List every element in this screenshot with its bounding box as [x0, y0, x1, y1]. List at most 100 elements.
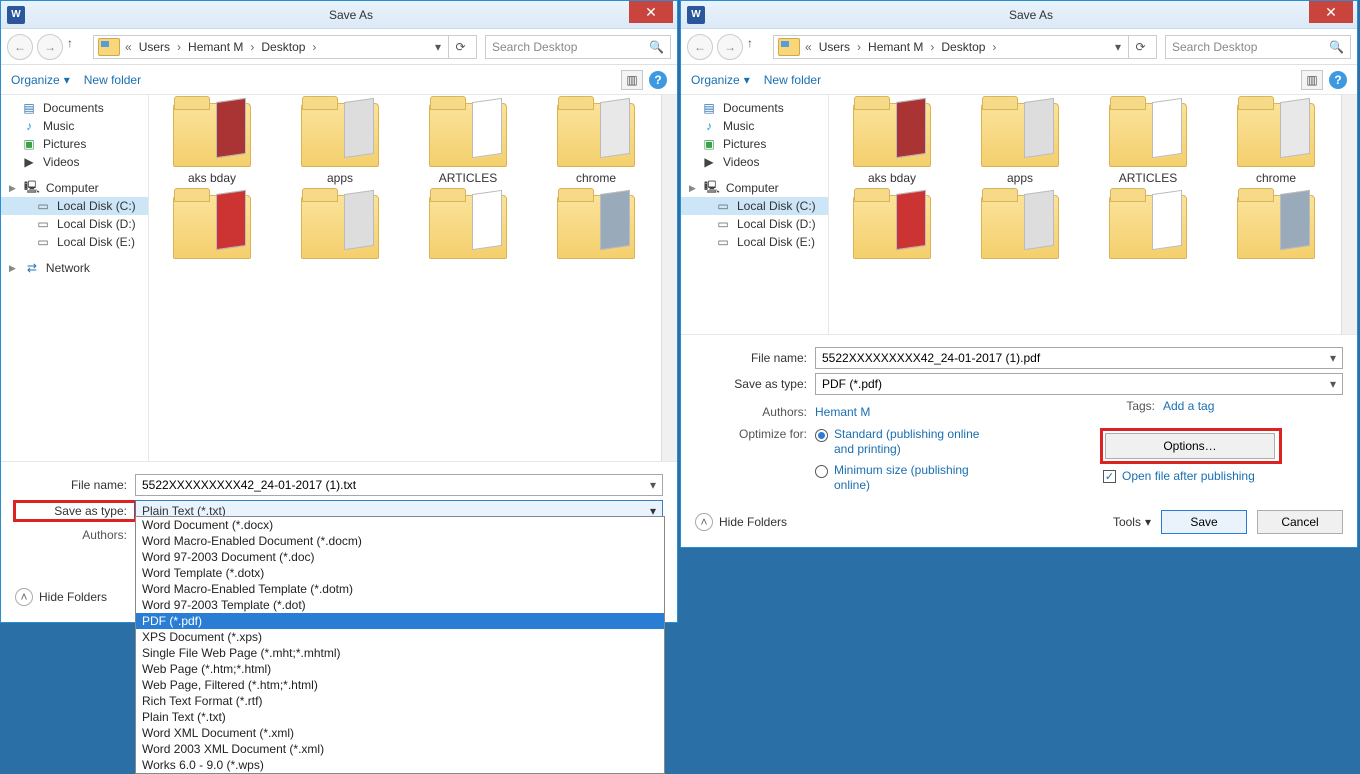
back-button[interactable]: ← [687, 34, 713, 60]
up-button[interactable]: ↑ [67, 36, 89, 58]
breadcrumb-dropdown[interactable]: ▾ [1110, 40, 1126, 54]
sidebar-item-documents[interactable]: ▤Documents [1, 99, 148, 117]
new-folder-button[interactable]: New folder [84, 73, 141, 87]
folder-item[interactable] [1221, 195, 1331, 259]
tools-menu[interactable]: Tools ▾ [1113, 515, 1151, 529]
folder-item[interactable] [1093, 195, 1203, 259]
sidebar-item-pictures[interactable]: ▣Pictures [681, 135, 828, 153]
back-button[interactable]: ← [7, 34, 33, 60]
folder-item[interactable] [157, 195, 267, 259]
filename-input[interactable]: 5522XXXXXXXXX42_24-01-2017 (1).pdf ▾ [815, 347, 1343, 369]
folder-item[interactable]: aks bday [837, 103, 947, 185]
file-pane[interactable]: aks bday apps ARTICLES chrome [829, 95, 1357, 334]
new-folder-button[interactable]: New folder [764, 73, 821, 87]
filetype-option[interactable]: XPS Document (*.xps) [136, 629, 664, 645]
folder-item[interactable] [413, 195, 523, 259]
add-tag-link[interactable]: Add a tag [1163, 399, 1214, 413]
save-button[interactable]: Save [1161, 510, 1247, 534]
folder-item[interactable]: apps [285, 103, 395, 185]
sidebar-item-videos[interactable]: ▶Videos [681, 153, 828, 171]
filetype-option[interactable]: Web Page, Filtered (*.htm;*.html) [136, 677, 664, 693]
chevron-down-icon[interactable]: ▾ [1330, 377, 1336, 391]
folder-item[interactable]: chrome [1221, 103, 1331, 185]
breadcrumb-item[interactable]: Desktop [259, 40, 307, 54]
filetype-option[interactable]: Web Page (*.htm;*.html) [136, 661, 664, 677]
sidebar-item-disk-c[interactable]: ▭Local Disk (C:) [681, 197, 828, 215]
breadcrumb[interactable]: « Users › Hemant M › Desktop › ▾ ⟳ [773, 35, 1157, 59]
folder-item[interactable] [965, 195, 1075, 259]
breadcrumb-dropdown[interactable]: ▾ [430, 40, 446, 54]
sidebar-item-disk-c[interactable]: ▭Local Disk (C:) [1, 197, 148, 215]
cancel-button[interactable]: Cancel [1257, 510, 1343, 534]
organize-menu[interactable]: Organize ▾ [11, 73, 70, 87]
view-mode-button[interactable]: ▥ [1301, 70, 1323, 90]
open-after-publish-checkbox[interactable]: ✓ Open file after publishing [1103, 469, 1343, 483]
file-pane[interactable]: aks bday apps ARTICLES chrome [149, 95, 677, 461]
filetype-option[interactable]: Word 2003 XML Document (*.xml) [136, 741, 664, 757]
save-as-type-value: PDF (*.pdf) [822, 377, 882, 391]
filetype-option[interactable]: Works 6.0 - 9.0 (*.wps) [136, 757, 664, 773]
folder-item[interactable] [285, 195, 395, 259]
sidebar-item-videos[interactable]: ▶Videos [1, 153, 148, 171]
sidebar-item-computer[interactable]: ▶🖳Computer [681, 179, 828, 197]
folder-item[interactable]: ARTICLES [1093, 103, 1203, 185]
sidebar-item-music[interactable]: ♪Music [681, 117, 828, 135]
close-button[interactable]: ✕ [1309, 1, 1353, 23]
sidebar-item-disk-e[interactable]: ▭Local Disk (E:) [1, 233, 148, 251]
save-as-type-dropdown[interactable]: PDF (*.pdf) ▾ [815, 373, 1343, 395]
filetype-option[interactable]: Single File Web Page (*.mht;*.mhtml) [136, 645, 664, 661]
sidebar-item-computer[interactable]: ▶🖳Computer [1, 179, 148, 197]
folder-item[interactable] [541, 195, 651, 259]
breadcrumb[interactable]: « Users › Hemant M › Desktop › ▾ ⟳ [93, 35, 477, 59]
folder-item[interactable]: ARTICLES [413, 103, 523, 185]
filetype-option[interactable]: Word 97-2003 Document (*.doc) [136, 549, 664, 565]
folder-item[interactable]: aks bday [157, 103, 267, 185]
sidebar-item-network[interactable]: ▶⇄Network [1, 259, 148, 277]
chevron-down-icon[interactable]: ▾ [650, 478, 656, 492]
optimize-standard-radio[interactable]: Standard (publishing online and printing… [815, 427, 984, 457]
sidebar-item-disk-d[interactable]: ▭Local Disk (D:) [681, 215, 828, 233]
breadcrumb-item[interactable]: Hemant M [866, 40, 925, 54]
view-mode-button[interactable]: ▥ [621, 70, 643, 90]
refresh-button[interactable]: ⟳ [448, 35, 472, 59]
folder-item[interactable]: apps [965, 103, 1075, 185]
sidebar-item-music[interactable]: ♪Music [1, 117, 148, 135]
breadcrumb-item[interactable]: Hemant M [186, 40, 245, 54]
close-button[interactable]: ✕ [629, 1, 673, 23]
filetype-option[interactable]: Rich Text Format (*.rtf) [136, 693, 664, 709]
filetype-option[interactable]: Word Macro-Enabled Template (*.dotm) [136, 581, 664, 597]
filetype-option[interactable]: Word Macro-Enabled Document (*.docm) [136, 533, 664, 549]
folder-item[interactable]: chrome [541, 103, 651, 185]
filetype-option-pdf[interactable]: PDF (*.pdf) [136, 613, 664, 629]
help-icon[interactable]: ? [649, 71, 667, 89]
chevron-down-icon[interactable]: ▾ [1330, 351, 1336, 365]
filetype-option[interactable]: Word Document (*.docx) [136, 517, 664, 533]
filetype-option[interactable]: Word XML Document (*.xml) [136, 725, 664, 741]
refresh-button[interactable]: ⟳ [1128, 35, 1152, 59]
forward-button[interactable]: → [717, 34, 743, 60]
options-button[interactable]: Options… [1105, 433, 1275, 459]
sidebar-item-documents[interactable]: ▤Documents [681, 99, 828, 117]
help-icon[interactable]: ? [1329, 71, 1347, 89]
sidebar-item-pictures[interactable]: ▣Pictures [1, 135, 148, 153]
search-input[interactable]: Search Desktop 🔍 [485, 35, 671, 59]
filetype-option[interactable]: Word 97-2003 Template (*.dot) [136, 597, 664, 613]
sidebar-item-disk-d[interactable]: ▭Local Disk (D:) [1, 215, 148, 233]
up-button[interactable]: ↑ [747, 36, 769, 58]
filetype-option[interactable]: Plain Text (*.txt) [136, 709, 664, 725]
scrollbar[interactable] [661, 95, 677, 461]
scrollbar[interactable] [1341, 95, 1357, 334]
authors-value[interactable]: Hemant M [815, 405, 870, 419]
optimize-minimum-radio[interactable]: Minimum size (publishing online) [815, 463, 984, 493]
breadcrumb-item[interactable]: Users [817, 40, 852, 54]
forward-button[interactable]: → [37, 34, 63, 60]
sidebar-item-disk-e[interactable]: ▭Local Disk (E:) [681, 233, 828, 251]
breadcrumb-item[interactable]: Desktop [939, 40, 987, 54]
filename-input[interactable]: 5522XXXXXXXXX42_24-01-2017 (1).txt ▾ [135, 474, 663, 496]
organize-menu[interactable]: Organize ▾ [691, 73, 750, 87]
search-input[interactable]: Search Desktop 🔍 [1165, 35, 1351, 59]
filetype-option[interactable]: Word Template (*.dotx) [136, 565, 664, 581]
breadcrumb-item[interactable]: Users [137, 40, 172, 54]
hide-folders-button[interactable]: ˄ Hide Folders [695, 507, 787, 537]
folder-item[interactable] [837, 195, 947, 259]
